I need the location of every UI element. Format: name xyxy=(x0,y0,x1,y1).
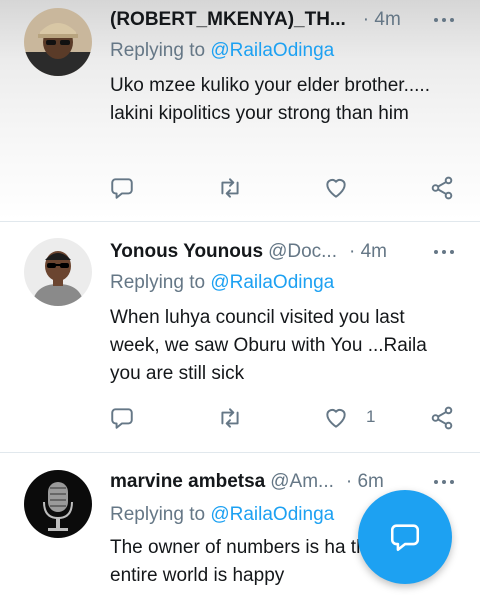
reply-icon[interactable] xyxy=(100,168,144,208)
person-sunglasses-avatar-icon[interactable] xyxy=(24,238,92,306)
tweet-item[interactable]: Yonous Younous @Doc... · 4m Replying to … xyxy=(0,232,480,452)
tweet-header: (ROBERT_MKENYA)_TH... · 4m xyxy=(110,0,460,40)
microphone-avatar-icon[interactable] xyxy=(24,470,92,538)
tweet-text: Uko mzee kuliko your elder brother..... … xyxy=(110,75,430,124)
author-handle[interactable]: @Doc... xyxy=(268,241,337,263)
replying-to-label: Replying to xyxy=(110,272,206,293)
tweet-time: · 4m xyxy=(362,9,401,30)
replying-to-mention[interactable]: @RailaOdinga xyxy=(210,504,334,525)
tweet-item[interactable]: (ROBERT_MKENYA)_TH... · 4m Replying to @… xyxy=(0,0,480,220)
like-count: 1 xyxy=(366,407,376,426)
tweet-header: Yonous Younous @Doc... · 4m xyxy=(110,232,460,272)
tweet-time: · 4m xyxy=(348,241,387,262)
share-icon[interactable] xyxy=(420,398,464,438)
tweet-time: · 6m xyxy=(345,471,384,492)
replying-to-mention[interactable]: @RailaOdinga xyxy=(210,40,334,61)
like-icon[interactable] xyxy=(314,398,358,438)
tweet-divider xyxy=(0,221,480,222)
like-icon[interactable] xyxy=(314,168,358,208)
replying-to-mention[interactable]: @RailaOdinga xyxy=(210,272,334,293)
replying-to-line: Replying to @RailaOdinga xyxy=(110,40,334,62)
tweet-divider xyxy=(0,452,480,453)
author-name[interactable]: (ROBERT_MKENYA)_TH... xyxy=(110,9,346,31)
replying-to-label: Replying to xyxy=(110,504,206,525)
author-name[interactable]: marvine ambetsa xyxy=(110,471,265,493)
more-options-icon[interactable] xyxy=(428,6,460,34)
retweet-icon[interactable] xyxy=(208,168,252,208)
replying-to-line: Replying to @RailaOdinga xyxy=(110,272,334,294)
replying-to-line: Replying to @RailaOdinga xyxy=(110,504,334,526)
compose-reply-icon xyxy=(390,524,420,552)
tweet-text: When luhya council visited you last week… xyxy=(110,307,427,384)
share-icon[interactable] xyxy=(420,168,464,208)
retweet-icon[interactable] xyxy=(208,398,252,438)
tweet-actions xyxy=(0,168,480,208)
author-name[interactable]: Yonous Younous xyxy=(110,241,263,263)
compose-reply-button[interactable] xyxy=(358,490,452,584)
reply-icon[interactable] xyxy=(100,398,144,438)
more-options-icon[interactable] xyxy=(428,238,460,266)
replying-to-label: Replying to xyxy=(110,40,206,61)
author-handle[interactable]: @Am... xyxy=(270,471,334,493)
more-options-icon[interactable] xyxy=(428,468,460,496)
person-cap-avatar-icon[interactable] xyxy=(24,8,92,76)
tweet-actions: 1 xyxy=(0,398,480,438)
